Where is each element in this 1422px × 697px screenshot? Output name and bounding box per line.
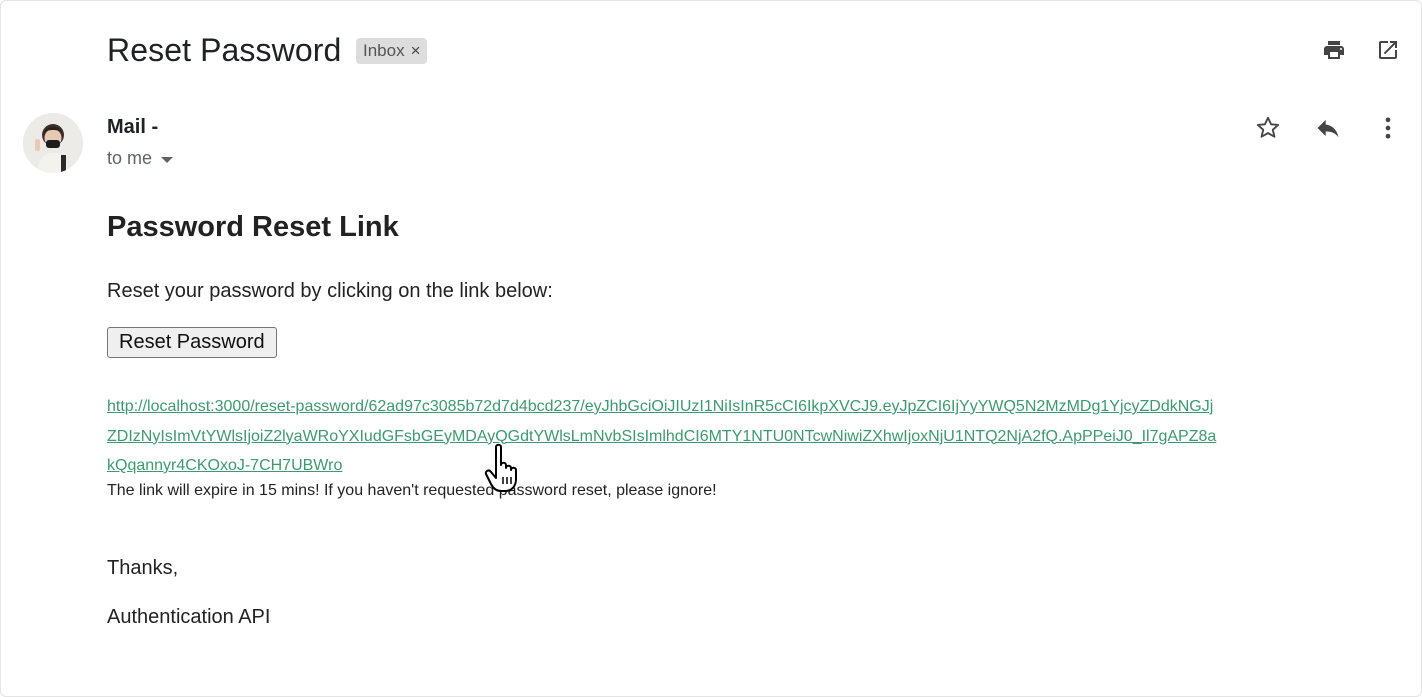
- print-icon[interactable]: [1319, 35, 1349, 65]
- more-vertical-icon[interactable]: [1373, 113, 1403, 143]
- sender-name: Mail -: [107, 116, 159, 138]
- recipient-text: to me: [107, 148, 153, 168]
- inbox-label-chip[interactable]: Inbox ×: [356, 38, 427, 64]
- avatar[interactable]: [23, 113, 83, 173]
- closing-thanks: Thanks,: [107, 557, 179, 579]
- email-heading: Password Reset Link: [107, 211, 399, 243]
- star-icon[interactable]: [1253, 113, 1283, 143]
- remove-label-icon[interactable]: ×: [411, 41, 421, 61]
- recipient-details-toggle[interactable]: to me: [107, 148, 174, 169]
- expire-note: The link will expire in 15 mins! If you …: [107, 482, 717, 499]
- open-in-new-window-icon[interactable]: [1373, 35, 1403, 65]
- label-text: Inbox: [363, 41, 405, 60]
- caret-down-icon: [161, 156, 174, 163]
- reply-icon[interactable]: [1313, 113, 1343, 143]
- intro-text: Reset your password by clicking on the l…: [107, 280, 553, 302]
- reset-password-link[interactable]: http://localhost:3000/reset-password/62a…: [107, 392, 1217, 481]
- email-subject: Reset Password: [107, 32, 342, 68]
- reset-password-button[interactable]: Reset Password: [107, 327, 277, 358]
- signature: Authentication API: [107, 606, 271, 628]
